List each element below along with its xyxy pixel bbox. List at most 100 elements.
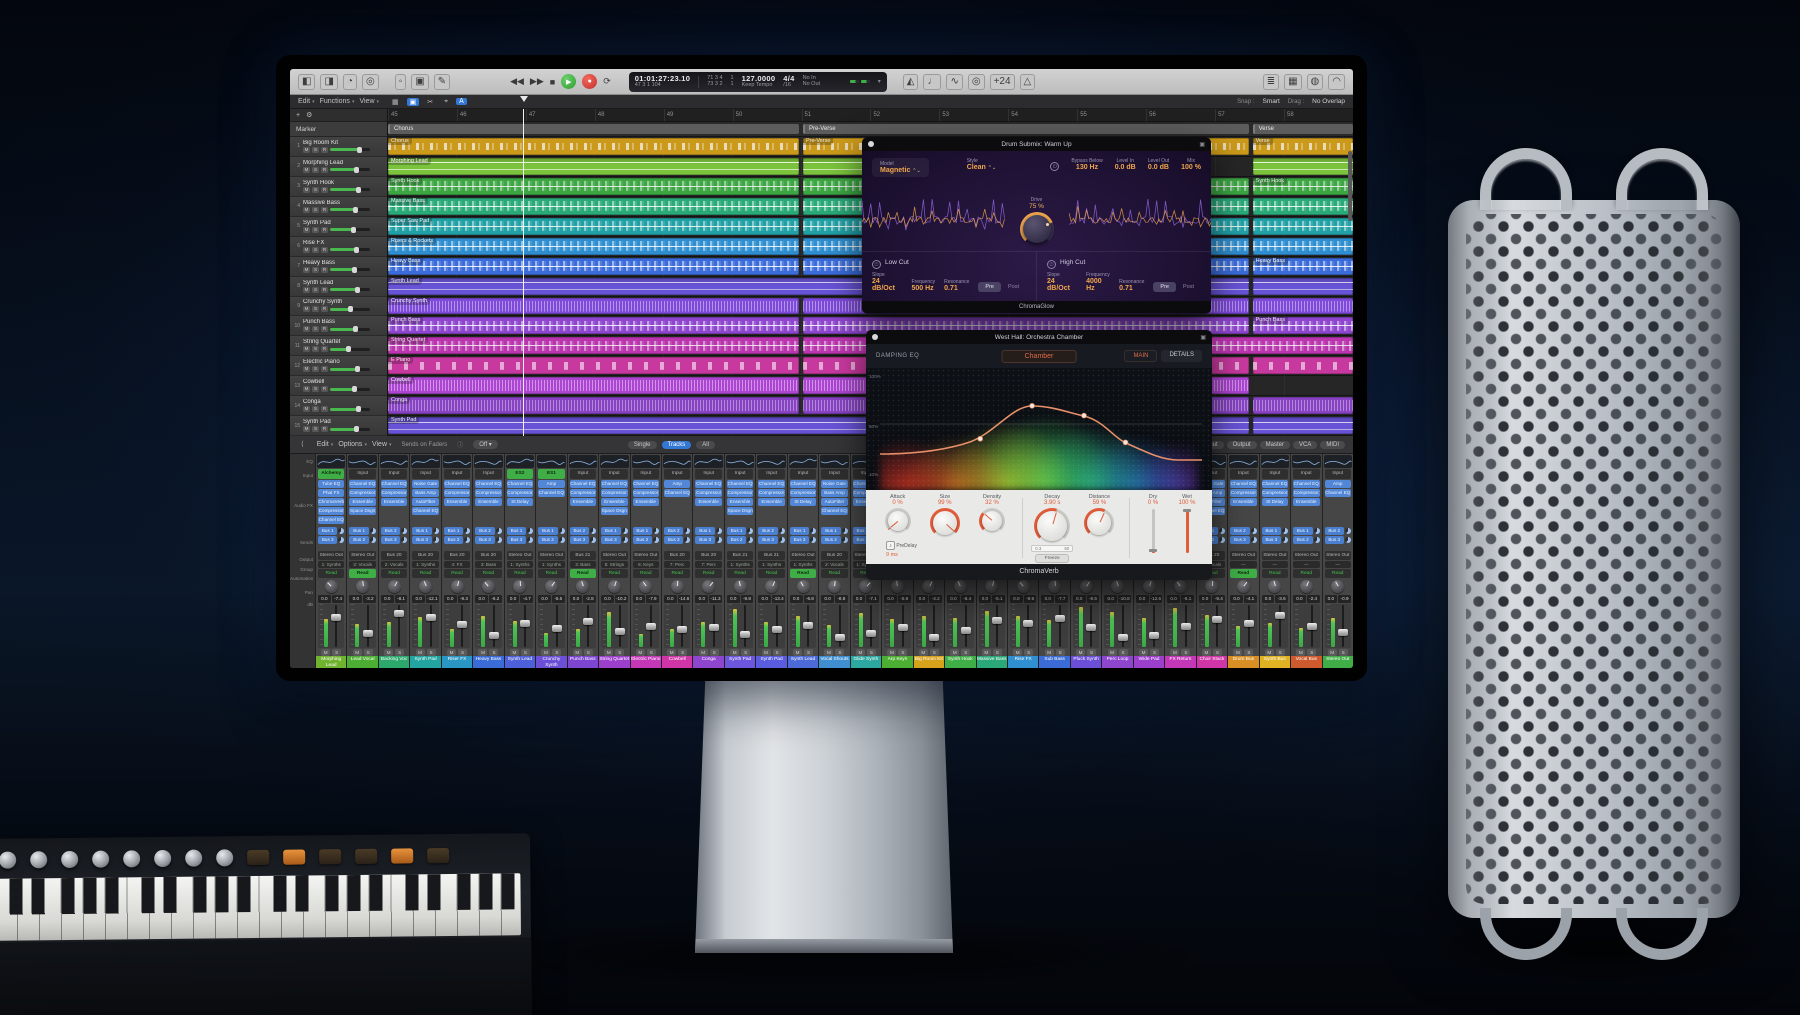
record-enable-button[interactable]: R <box>321 306 328 312</box>
channel-strip[interactable]: InputChannel EQCompressorEnsembleBus 2Bu… <box>756 454 786 668</box>
fx-slot[interactable]: Ensemble <box>1230 498 1256 506</box>
automation-mode[interactable]: Read <box>412 569 438 578</box>
audio-region[interactable] <box>1253 158 1353 175</box>
channel-strip[interactable]: InputNoise GateBass AmpAutoFilterChannel… <box>819 454 849 668</box>
predelay-field[interactable]: ♪ PreDelay9 ms <box>886 534 917 558</box>
menu-options[interactable]: Options▾ <box>338 441 367 448</box>
send-slot[interactable]: Bus 2 <box>444 536 470 544</box>
view-button-tracks[interactable]: Tracks <box>662 441 692 449</box>
solo-button[interactable]: S <box>312 426 319 432</box>
mute-button[interactable]: M <box>303 247 310 253</box>
mute-button[interactable]: M <box>353 649 362 656</box>
mute-button[interactable]: M <box>303 167 310 173</box>
play-button[interactable]: ▶ <box>561 74 576 89</box>
send-knob[interactable] <box>622 528 628 534</box>
send-knob[interactable] <box>401 528 407 534</box>
channel-strip[interactable]: InputChannel EQCompressorEnsembleBus 1Bu… <box>1291 454 1321 668</box>
mute-button[interactable]: M <box>303 386 310 392</box>
send-knob[interactable] <box>1219 528 1225 534</box>
output-slot[interactable]: Stereo Out <box>1293 551 1319 560</box>
fx-slot[interactable]: Compressor <box>444 489 470 497</box>
input-slot[interactable]: Alchemy <box>318 469 344 479</box>
send-knob[interactable] <box>1314 537 1320 543</box>
send-slot[interactable]: Bus 1 <box>507 527 533 535</box>
fx-slot[interactable]: Channel EQ <box>664 489 690 497</box>
send-slot[interactable]: Bus 3 <box>790 536 816 544</box>
pan-knob[interactable] <box>1143 580 1156 593</box>
volume-handle[interactable] <box>354 426 359 432</box>
volume-slider[interactable] <box>330 388 370 391</box>
pan-knob[interactable] <box>451 580 464 593</box>
send-slot[interactable]: Bus 3 <box>758 536 784 544</box>
fx-slot[interactable]: Channel EQ <box>570 480 596 488</box>
output-slot[interactable]: Stereo Out <box>507 551 533 560</box>
solo-button[interactable]: S <box>312 366 319 372</box>
fader-handle[interactable] <box>992 617 1002 624</box>
eq-thumbnail[interactable] <box>757 455 785 468</box>
send-knob[interactable] <box>370 537 376 543</box>
fader-zone[interactable] <box>318 604 344 648</box>
fader-handle[interactable] <box>803 622 813 629</box>
eq-thumbnail[interactable] <box>380 455 408 468</box>
fader-zone[interactable] <box>538 604 564 648</box>
fx-slot[interactable]: Compressor <box>475 489 501 497</box>
mute-button[interactable]: M <box>510 649 519 656</box>
group-slot[interactable]: 7: Perc <box>695 561 721 569</box>
fader-handle[interactable] <box>1338 629 1348 636</box>
bypass-power-icon[interactable]: ⏻ <box>1050 162 1059 171</box>
fx-slot[interactable]: Channel EQ <box>444 480 470 488</box>
input-slot[interactable]: Input <box>758 469 784 479</box>
mix-field[interactable]: Mix 100 % <box>1181 158 1201 171</box>
channel-strip[interactable]: ES2Channel EQCompressorSt DelayBus 1Bus … <box>505 454 535 668</box>
automation-mode[interactable]: Read <box>695 569 721 578</box>
mute-button[interactable]: M <box>303 366 310 372</box>
audio-region[interactable]: Synth Hook <box>388 178 799 195</box>
send-knob[interactable] <box>1314 528 1320 534</box>
loop-browser-icon[interactable]: ◎ <box>362 74 379 90</box>
fx-slot[interactable]: Channel EQ <box>318 516 344 524</box>
volume-handle[interactable] <box>353 326 358 332</box>
send-knob[interactable] <box>810 528 816 534</box>
track-header-row[interactable]: 5Synth PadMSR <box>290 217 387 237</box>
volume-handle[interactable] <box>346 346 351 352</box>
pan-knob[interactable] <box>1048 580 1061 593</box>
group-slot[interactable]: 2: Vocals <box>349 561 375 569</box>
automation-mode[interactable]: Read <box>664 569 690 578</box>
send-slot[interactable]: Bus 3 <box>1325 536 1351 544</box>
send-slot[interactable]: Bus 2 <box>664 527 690 535</box>
fader-handle[interactable] <box>898 624 908 631</box>
fx-slot[interactable]: Channel EQ <box>412 507 438 515</box>
send-knob[interactable] <box>653 528 659 534</box>
channel-strip[interactable]: InputChannel EQCompressorEnsembleBus 1Bu… <box>442 454 472 668</box>
fx-slot[interactable]: Tube EQ <box>318 480 344 488</box>
marker-section[interactable]: Verse <box>1253 124 1353 134</box>
fader-zone[interactable] <box>412 604 438 648</box>
pan-knob[interactable] <box>576 580 589 593</box>
keyboard-knob[interactable] <box>92 850 109 867</box>
solo-button[interactable]: S <box>835 649 844 656</box>
output-slot[interactable]: Stereo Out <box>633 551 659 560</box>
record-enable-button[interactable]: R <box>321 167 328 173</box>
output-slot[interactable]: Stereo Out <box>1230 551 1256 560</box>
send-knob[interactable] <box>779 537 785 543</box>
solo-button[interactable]: S <box>312 187 319 193</box>
send-slot[interactable]: Bus 1 <box>633 527 659 535</box>
record-enable-button[interactable]: R <box>321 227 328 233</box>
audio-region[interactable] <box>1253 417 1353 434</box>
mute-button[interactable]: M <box>321 649 330 656</box>
send-slot[interactable]: Bus 3 <box>318 536 344 544</box>
send-slot[interactable]: Bus 2 <box>727 536 753 544</box>
fx-slot[interactable]: Ensemble <box>758 498 784 506</box>
distance-knob[interactable] <box>1084 508 1114 538</box>
fx-slot[interactable]: Ensemble <box>475 498 501 506</box>
solo-button[interactable]: S <box>312 386 319 392</box>
output-slot[interactable]: Bus 20 <box>444 551 470 560</box>
fx-slot[interactable]: Ensemble <box>349 498 375 506</box>
mute-button[interactable]: M <box>1265 649 1274 656</box>
pan-knob[interactable] <box>1174 580 1187 593</box>
mute-button[interactable]: M <box>1045 649 1054 656</box>
pencil-tool-icon[interactable]: ✎ <box>434 74 450 90</box>
fader-handle[interactable] <box>1086 624 1096 631</box>
eq-thumbnail[interactable] <box>474 455 502 468</box>
keyboard-knob[interactable] <box>61 850 78 867</box>
